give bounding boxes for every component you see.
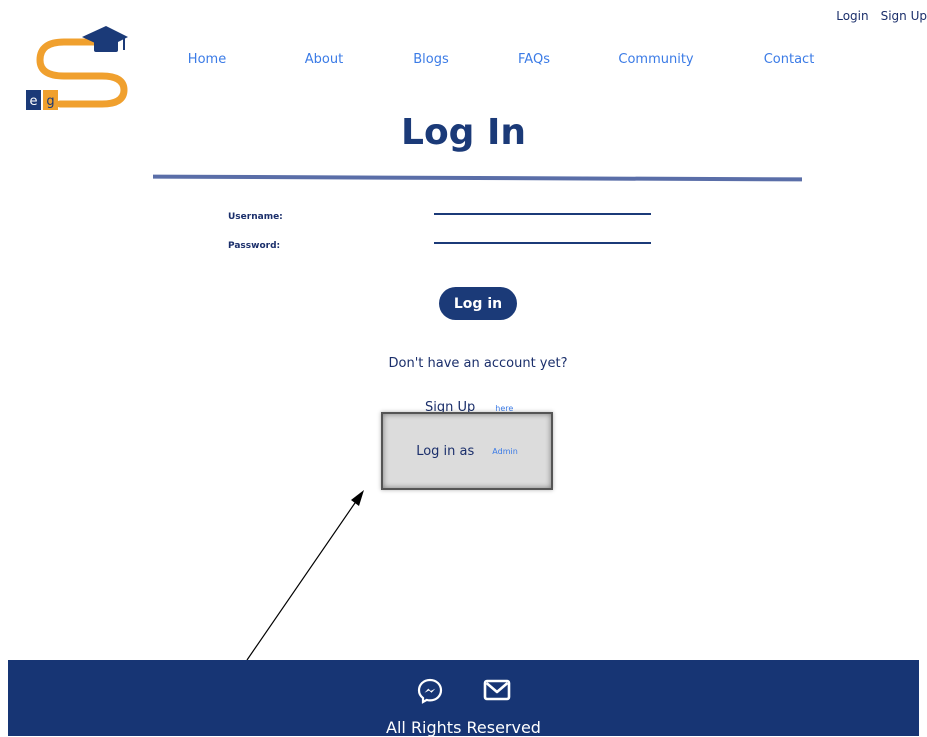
username-input[interactable] (434, 200, 651, 215)
nav-blogs[interactable]: Blogs (413, 52, 449, 67)
login-link[interactable]: Login (836, 9, 868, 23)
footer-icons (8, 678, 919, 704)
logo-letter-e: e (30, 94, 38, 109)
no-account-prompt: Don't have an account yet? (388, 356, 568, 371)
mail-icon[interactable] (483, 678, 511, 702)
top-links: Login Sign Up (836, 9, 927, 23)
nav-faqs[interactable]: FAQs (518, 52, 550, 67)
page-title: Log In (401, 112, 526, 153)
nav-community[interactable]: Community (618, 52, 693, 67)
nav-home[interactable]: Home (188, 52, 226, 67)
book-icon: e g (26, 90, 58, 110)
nav-about[interactable]: About (305, 52, 343, 67)
admin-login-box[interactable]: Log in as Admin (381, 412, 553, 490)
title-divider (152, 174, 803, 182)
login-button[interactable]: Log in (439, 287, 517, 320)
admin-link[interactable]: Admin (492, 447, 518, 456)
password-label: Password: (228, 241, 281, 251)
main-nav: Home About Blogs FAQs Community Contact (0, 52, 927, 72)
signup-link[interactable]: Sign Up (881, 9, 927, 23)
footer-copyright: All Rights Reserved (386, 718, 541, 737)
username-label: Username: (228, 212, 283, 222)
nav-contact[interactable]: Contact (764, 52, 815, 67)
footer: All Rights Reserved (8, 660, 919, 737)
admin-login-label: Log in as (416, 443, 475, 459)
logo-letter-g: g (46, 94, 54, 109)
graduation-cap-icon (82, 26, 128, 52)
arrow-head (351, 490, 364, 506)
password-input[interactable] (434, 229, 651, 244)
messenger-icon[interactable] (417, 678, 443, 704)
